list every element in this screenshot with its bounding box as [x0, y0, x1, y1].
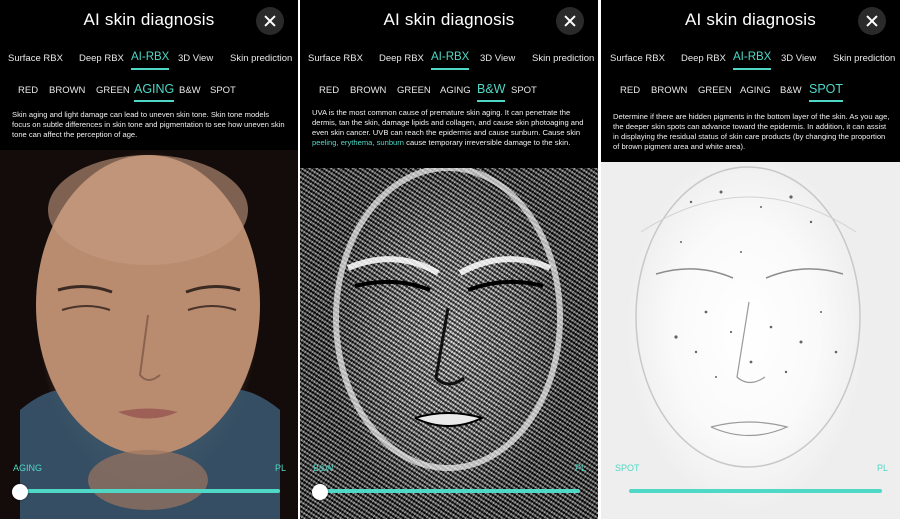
subtab-red[interactable]: RED: [620, 85, 640, 96]
slider-left-label: B&W: [313, 463, 334, 473]
page-title: AI skin diagnosis: [383, 10, 515, 29]
filter-description: Skin aging and light damage can lead to …: [12, 110, 285, 139]
filter-tabs: RED BROWN GREEN AGING B&W SPOT: [601, 82, 900, 104]
face-image-spot: [601, 162, 900, 519]
tab-ai-rbx[interactable]: AI-RBX: [431, 51, 470, 70]
slider-left-label: SPOT: [615, 463, 640, 473]
main-tabs: Surface RBX Deep RBX AI-RBX 3D View Skin…: [0, 51, 298, 75]
close-icon[interactable]: [556, 7, 584, 35]
subtab-aging[interactable]: AGING: [440, 85, 471, 96]
page-title: AI skin diagnosis: [685, 10, 816, 29]
slider-right-label: PL: [274, 463, 286, 473]
filter-tabs: RED BROWN GREEN AGING B&W SPOT: [0, 82, 298, 104]
tab-skin-prediction[interactable]: Skin prediction: [230, 53, 292, 64]
subtab-bw[interactable]: B&W: [780, 85, 802, 96]
face-image-aging: [0, 150, 298, 519]
tab-skin-prediction[interactable]: Skin prediction: [532, 53, 594, 64]
subtab-green[interactable]: GREEN: [96, 85, 130, 96]
tab-deep-rbx[interactable]: Deep RBX: [379, 53, 424, 64]
tab-3d-view[interactable]: 3D View: [781, 53, 816, 64]
close-icon[interactable]: [256, 7, 284, 35]
subtab-aging[interactable]: AGING: [134, 82, 175, 102]
comparison-slider-handle[interactable]: [12, 484, 28, 500]
divider: [598, 0, 600, 519]
close-icon[interactable]: [858, 7, 886, 35]
tab-surface-rbx[interactable]: Surface RBX: [8, 53, 63, 64]
subtab-bw[interactable]: B&W: [477, 82, 506, 102]
subtab-green[interactable]: GREEN: [698, 85, 732, 96]
diagnosis-panel-bw: AI skin diagnosis Surface RBX Deep RBX A…: [300, 0, 598, 519]
face-image-bw: [300, 168, 598, 519]
subtab-brown[interactable]: BROWN: [651, 85, 687, 96]
subtab-aging[interactable]: AGING: [740, 85, 771, 96]
page-title: AI skin diagnosis: [83, 10, 215, 29]
tab-surface-rbx[interactable]: Surface RBX: [610, 53, 665, 64]
tab-3d-view[interactable]: 3D View: [178, 53, 213, 64]
comparison-slider-track[interactable]: [318, 489, 580, 493]
subtab-bw[interactable]: B&W: [179, 85, 201, 96]
subtab-red[interactable]: RED: [319, 85, 339, 96]
subtab-red[interactable]: RED: [18, 85, 38, 96]
subtab-brown[interactable]: BROWN: [350, 85, 386, 96]
tab-surface-rbx[interactable]: Surface RBX: [308, 53, 363, 64]
tab-deep-rbx[interactable]: Deep RBX: [681, 53, 726, 64]
description-text: UVA is the most common cause of prematur…: [312, 108, 584, 137]
subtab-spot[interactable]: SPOT: [210, 85, 236, 96]
tab-ai-rbx[interactable]: AI-RBX: [131, 51, 170, 70]
slider-right-label: PL: [876, 463, 888, 473]
description-text-end: cause temporary irreversible damage to t…: [404, 138, 571, 147]
filter-tabs: RED BROWN GREEN AGING B&W SPOT: [300, 82, 598, 104]
main-tabs: Surface RBX Deep RBX AI-RBX 3D View Skin…: [601, 51, 900, 75]
diagnosis-panel-aging: AI skin diagnosis Surface RBX Deep RBX A…: [0, 0, 298, 519]
face-illustration: [333, 168, 563, 471]
slider-left-label: AGING: [13, 463, 43, 473]
comparison-slider-track[interactable]: [18, 489, 280, 493]
description-highlight: peeling, erythema, sunburn: [312, 138, 405, 147]
slider-right-label: PL: [574, 463, 586, 473]
tab-deep-rbx[interactable]: Deep RBX: [79, 53, 124, 64]
tab-skin-prediction[interactable]: Skin prediction: [833, 53, 895, 64]
comparison-slider-track[interactable]: [629, 489, 882, 493]
subtab-spot[interactable]: SPOT: [511, 85, 537, 96]
subtab-brown[interactable]: BROWN: [49, 85, 85, 96]
comparison-slider-handle[interactable]: [312, 484, 328, 500]
subtab-green[interactable]: GREEN: [397, 85, 431, 96]
tab-ai-rbx[interactable]: AI-RBX: [733, 51, 772, 70]
filter-description: UVA is the most common cause of prematur…: [312, 108, 588, 148]
main-tabs: Surface RBX Deep RBX AI-RBX 3D View Skin…: [300, 51, 598, 75]
diagnosis-panel-spot: AI skin diagnosis Surface RBX Deep RBX A…: [601, 0, 900, 519]
face-illustration: [20, 155, 280, 519]
subtab-spot[interactable]: SPOT: [809, 82, 844, 102]
face-illustration: [635, 166, 861, 468]
tab-3d-view[interactable]: 3D View: [480, 53, 515, 64]
filter-description: Determine if there are hidden pigments i…: [613, 112, 890, 151]
